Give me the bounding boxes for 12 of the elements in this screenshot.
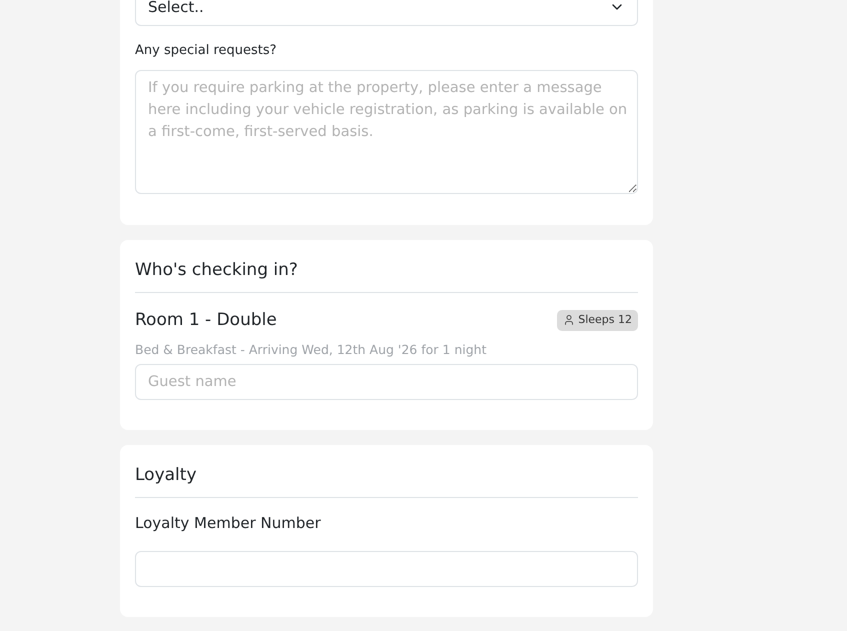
section-heading: Who's checking in? — [135, 259, 299, 282]
room-details: Bed & Breakfast - Arriving Wed, 12th Aug '26 for 1 night — [135, 341, 488, 359]
field-label: Loyalty Member Number — [135, 513, 322, 533]
loyalty-number-field[interactable] — [135, 551, 638, 587]
guest-name-field[interactable]: Guest name — [135, 364, 638, 400]
person-icon — [563, 314, 576, 326]
field-label: Any special requests? — [135, 42, 278, 60]
section-heading: Loyalty — [135, 464, 198, 487]
special-requests-field[interactable]: If you require parking at the property, please enter a message here including your vehicle registration, as parking is available on a first-come, first-served basis. — [135, 70, 638, 194]
select-dropdown[interactable]: Select.. — [135, 0, 638, 26]
badge-text: Sleeps 12 — [578, 312, 632, 328]
room-title: Room 1 - Double — [135, 309, 277, 332]
